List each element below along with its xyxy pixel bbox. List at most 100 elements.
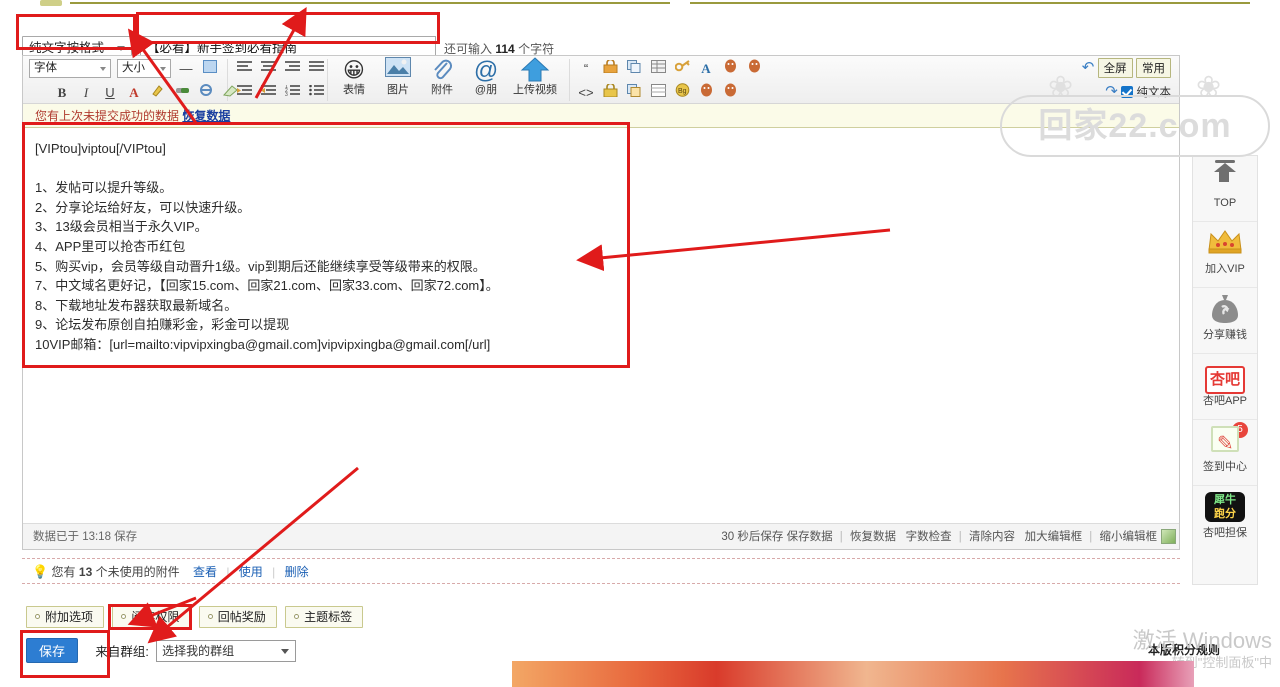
italic-icon[interactable]: I bbox=[75, 82, 97, 103]
align-left-icon[interactable] bbox=[233, 58, 255, 79]
key-icon[interactable] bbox=[671, 58, 693, 79]
divider: | bbox=[958, 531, 962, 543]
restore-data-link[interactable]: 恢复数据 bbox=[182, 109, 230, 123]
content-line: 5、购买vip，会员等级自动晋升1级。vip到期后还能继续享受等级带来的权限。 bbox=[35, 258, 486, 274]
qq4-icon[interactable] bbox=[719, 82, 741, 103]
toolbar-separator bbox=[569, 59, 570, 101]
top-divider-right bbox=[690, 2, 1250, 4]
xiniu-logo-icon: 犀牛 跑分 bbox=[1193, 492, 1257, 526]
restore-data-link-2[interactable]: 恢复数据 bbox=[850, 531, 896, 543]
font-family-select[interactable]: 字体 bbox=[29, 59, 111, 78]
redo-icon[interactable]: ↷ bbox=[1105, 83, 1118, 100]
font-size-value: 大小 bbox=[122, 62, 145, 74]
copy-icon[interactable] bbox=[623, 58, 645, 79]
unlink-icon[interactable] bbox=[195, 82, 217, 103]
align-justify-icon[interactable] bbox=[305, 58, 327, 79]
clear-content-link[interactable]: 清除内容 bbox=[969, 531, 1015, 543]
bold-icon[interactable]: B bbox=[51, 82, 73, 103]
divider: | bbox=[272, 565, 276, 579]
paste-icon[interactable] bbox=[623, 82, 645, 103]
content-line: 3、13级会员相当于永久VIP。 bbox=[35, 219, 208, 235]
toolbar-separator bbox=[327, 59, 328, 101]
editor-statusbar: 数据已于 13:18 保存 30 秒后保存 保存数据 | 恢复数据 字数检查 |… bbox=[23, 523, 1179, 549]
qq2-icon[interactable] bbox=[743, 58, 765, 79]
plaintext-checkbox[interactable] bbox=[1121, 86, 1134, 98]
attachment-button-label: 附件 bbox=[431, 84, 453, 96]
bottom-ad-banner[interactable] bbox=[512, 661, 1194, 687]
horizontal-rule-icon[interactable]: — bbox=[175, 58, 197, 79]
highlight-icon[interactable] bbox=[147, 82, 169, 103]
align-center-icon[interactable] bbox=[257, 58, 279, 79]
tab-thread-tags[interactable]: 主题标签 bbox=[285, 606, 364, 628]
shrink-editor-link[interactable]: 缩小编辑框 bbox=[1100, 531, 1158, 543]
attach-prefix: 您有 bbox=[51, 565, 76, 579]
image-button[interactable]: 图片 bbox=[377, 57, 419, 102]
toolbar-right-row1: ↶ 全屏 常用 bbox=[1082, 58, 1171, 78]
font-size-select[interactable]: 大小 bbox=[117, 59, 171, 78]
content-line: 10VIP邮箱：[url=mailto:vipvipxingba@gmail.c… bbox=[35, 336, 491, 352]
delete-attachments-link[interactable]: 删除 bbox=[285, 565, 309, 579]
indent-decrease-icon[interactable] bbox=[257, 82, 279, 103]
font-color-icon[interactable]: A bbox=[123, 82, 145, 103]
upload-video-button[interactable]: 上传视频 bbox=[509, 57, 561, 102]
common-button[interactable]: 常用 bbox=[1136, 58, 1171, 78]
sidebar-item-xingba-app[interactable]: 杏吧 杏吧APP bbox=[1193, 354, 1257, 420]
post-editor: 字体 大小 — B I U A 1 2 3 😀 表情 图片 附件 @ @朋 上传… bbox=[22, 55, 1180, 550]
from-group-label: 来自群组: bbox=[95, 645, 149, 659]
sidebar-item-label: 签到中心 bbox=[1203, 461, 1247, 473]
resize-handle-icon[interactable] bbox=[1161, 529, 1176, 544]
divider: | bbox=[1089, 531, 1093, 543]
ordered-list-icon[interactable]: 123 bbox=[281, 82, 303, 103]
tab-label: 阅读权限 bbox=[131, 610, 180, 624]
group-select-value: 选择我的群组 bbox=[162, 643, 235, 658]
view-attachments-link[interactable]: 查看 bbox=[193, 565, 217, 579]
tab-additional-options[interactable]: 附加选项 bbox=[26, 606, 105, 628]
use-attachments-link[interactable]: 使用 bbox=[239, 565, 263, 579]
sidebar-item-checkin-center[interactable]: 5 签到中心 bbox=[1193, 420, 1257, 486]
crown-icon bbox=[1193, 228, 1257, 262]
tab-read-permission[interactable]: 阅读权限 bbox=[112, 606, 191, 628]
forum-points-rule-link[interactable]: 本版积分规则 bbox=[1148, 641, 1220, 658]
bg-icon[interactable]: Bg bbox=[671, 82, 693, 103]
sidebar-item-join-vip[interactable]: 加入VIP bbox=[1193, 222, 1257, 288]
align-right-icon[interactable] bbox=[281, 58, 303, 79]
top-divider-left bbox=[70, 2, 670, 4]
autosave-countdown: 30 秒后保存 bbox=[721, 531, 784, 543]
unused-attachments-bar: 💡 您有 13 个未使用的附件 查看 | 使用 | 删除 bbox=[22, 558, 1180, 584]
mention-button-label: @朋 bbox=[474, 84, 498, 96]
unordered-list-icon[interactable] bbox=[305, 82, 327, 103]
enlarge-editor-link[interactable]: 加大编辑框 bbox=[1025, 531, 1083, 543]
undo-icon[interactable]: ↶ bbox=[1082, 59, 1095, 76]
sidebar-item-top[interactable]: TOP bbox=[1193, 156, 1257, 222]
attachment-button[interactable]: 附件 bbox=[421, 57, 463, 102]
grid-icon[interactable] bbox=[647, 82, 669, 103]
post-content-textarea[interactable]: [VIPtou]viptou[/VIPtou] 1、发帖可以提升等级。 2、分享… bbox=[23, 129, 1179, 523]
indent-increase-icon[interactable] bbox=[233, 82, 255, 103]
radio-dot-icon bbox=[207, 614, 213, 619]
underline-icon[interactable]: U bbox=[99, 82, 121, 103]
link-icon[interactable] bbox=[171, 82, 193, 103]
save-data-link[interactable]: 保存数据 bbox=[787, 531, 833, 543]
sidebar-item-xingba-guarantee[interactable]: 犀牛 跑分 杏吧担保 bbox=[1193, 486, 1257, 552]
group-select[interactable]: 选择我的群组 bbox=[156, 639, 297, 662]
content-line: 8、下载地址发布器获取最新域名。 bbox=[35, 297, 238, 313]
editor-toolbar: 字体 大小 — B I U A 1 2 3 😀 表情 图片 附件 @ @朋 上传… bbox=[23, 56, 1179, 104]
password-icon[interactable] bbox=[599, 58, 621, 79]
table-icon[interactable] bbox=[647, 58, 669, 79]
lock-icon[interactable] bbox=[599, 82, 621, 103]
toolbar-right-row2: ↷ 纯文本 bbox=[1105, 82, 1171, 100]
tab-reply-reward[interactable]: 回帖奖励 bbox=[198, 606, 277, 628]
font-size-toggle-icon[interactable]: A bbox=[695, 58, 717, 79]
qq-icon[interactable] bbox=[719, 58, 741, 79]
mention-button[interactable]: @ @朋 bbox=[465, 57, 507, 102]
emoji-button[interactable]: 😀 表情 bbox=[333, 57, 375, 102]
sidebar-item-share-earn[interactable]: 分享赚钱 bbox=[1193, 288, 1257, 354]
save-button[interactable]: 保存 bbox=[26, 638, 78, 663]
quote-icon[interactable]: “ bbox=[575, 58, 597, 79]
word-count-link[interactable]: 字数检查 bbox=[906, 531, 952, 543]
fullscreen-button[interactable]: 全屏 bbox=[1097, 58, 1133, 78]
qq3-icon[interactable] bbox=[695, 82, 717, 103]
last-saved-text: 数据已于 13:18 保存 bbox=[33, 531, 138, 543]
background-color-icon[interactable] bbox=[199, 58, 221, 79]
code-icon[interactable]: <> bbox=[575, 82, 597, 103]
